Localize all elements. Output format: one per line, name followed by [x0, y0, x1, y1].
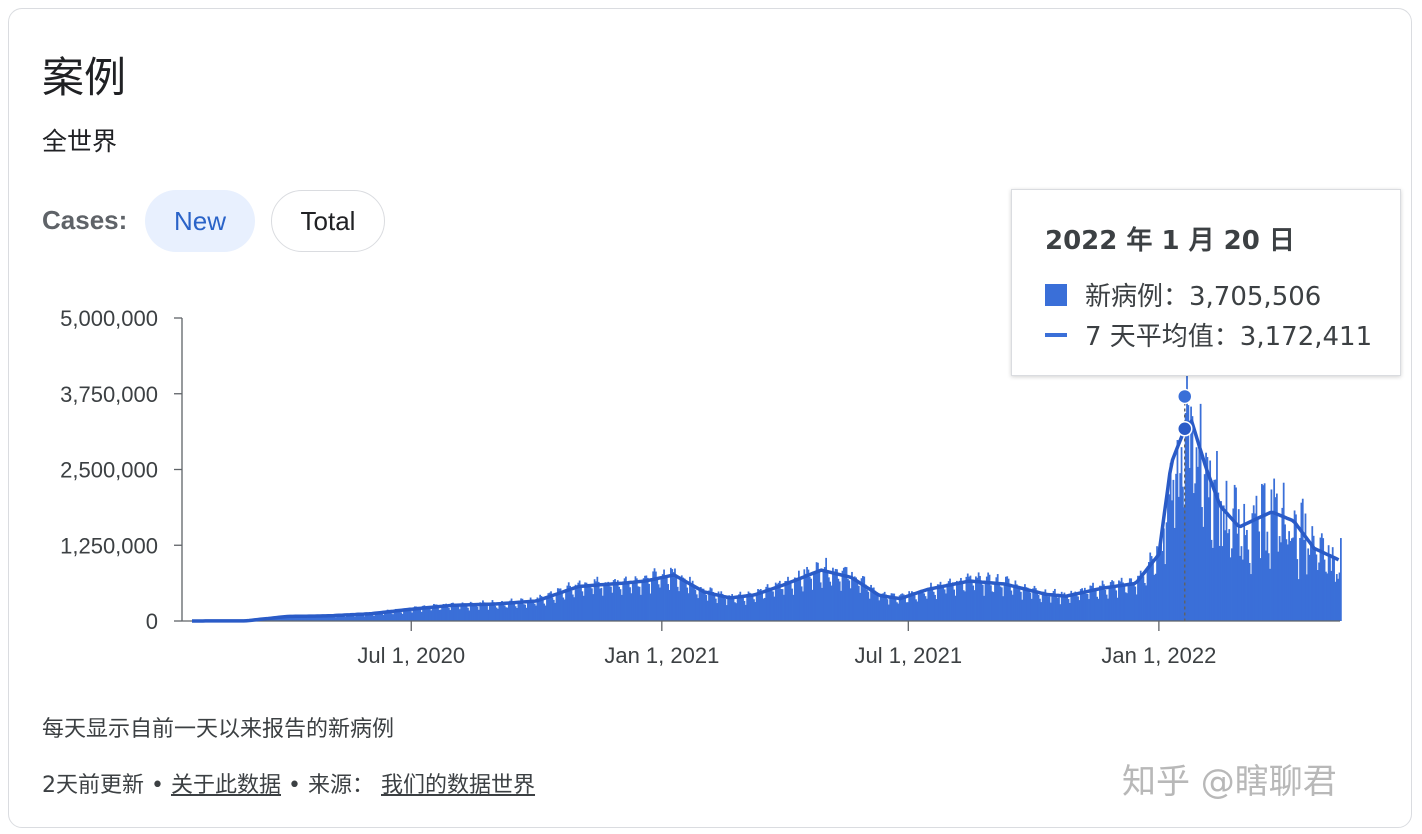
footer: 2天前更新 • 关于此数据 • 来源： 我们的数据世界	[42, 767, 535, 799]
y-tick-label: 5,000,000	[60, 306, 158, 331]
updated-text: 2天前更新	[42, 773, 144, 798]
y-tick-label: 1,250,000	[60, 533, 158, 558]
new-cases-point	[1177, 388, 1193, 405]
y-tick-label: 2,500,000	[60, 458, 158, 483]
separator: •	[288, 773, 301, 798]
source-link[interactable]: 我们的数据世界	[381, 773, 535, 798]
y-tick-label: 3,750,000	[60, 382, 158, 407]
tooltip-new-cases-text: 新病例：3,705,506	[1085, 282, 1322, 312]
y-tick-label: 0	[146, 609, 158, 634]
average-point	[1177, 421, 1193, 437]
watermark: 知乎 @瞎聊君	[1122, 762, 1337, 802]
x-tick-label: Jan 1, 2021	[604, 643, 719, 668]
tooltip-date: 2022 年 1 月 20 日	[1045, 226, 1295, 256]
bar-legend-swatch	[1045, 283, 1067, 306]
source-label: 来源：	[307, 773, 374, 798]
about-data-link[interactable]: 关于此数据	[171, 773, 281, 798]
chart-footnote: 每天显示自前一天以来报告的新病例	[42, 717, 395, 742]
x-tick-label: Jul 1, 2020	[357, 643, 465, 668]
x-tick-label: Jan 1, 2022	[1101, 643, 1216, 668]
x-tick-label: Jul 1, 2021	[854, 643, 962, 668]
data-tooltip: 2022 年 1 月 20 日 新病例：3,705,506 7 天平均值：3,1…	[1011, 189, 1401, 376]
tooltip-new-cases: 新病例：3,705,506	[1045, 276, 1321, 313]
tooltip-average: 7 天平均值：3,172,411	[1045, 316, 1372, 353]
bar	[1340, 538, 1342, 621]
cases-chart: 0 1,250,000 2,500,000 3,750,000 5,000,000 Jul…	[60, 306, 1342, 668]
tooltip-average-text: 7 天平均值：3,172,411	[1085, 322, 1373, 352]
separator: •	[151, 773, 164, 798]
line-legend-swatch	[1045, 332, 1067, 337]
